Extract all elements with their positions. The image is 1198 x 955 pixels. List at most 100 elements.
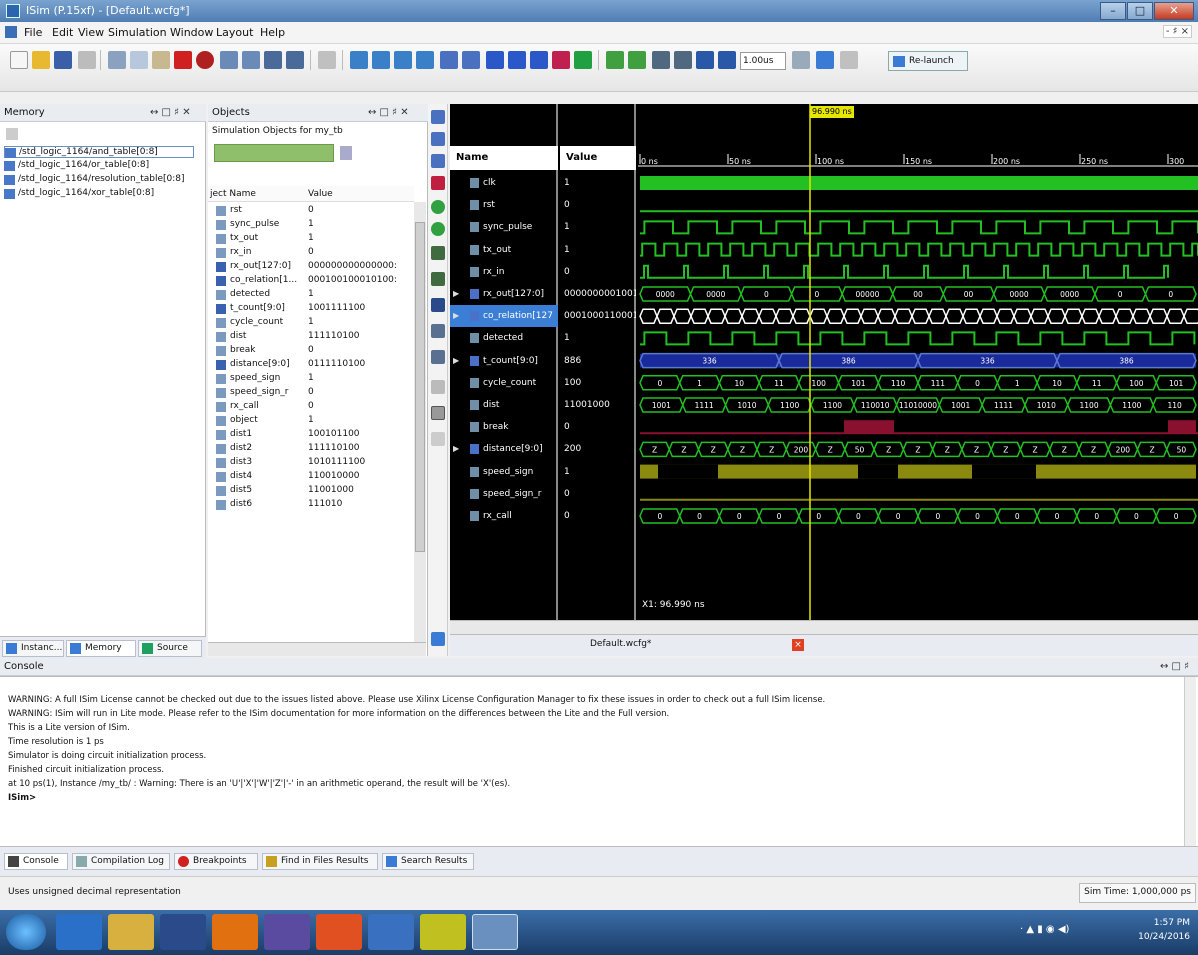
- objects-vertical-scrollbar[interactable]: [414, 202, 426, 642]
- restart-icon[interactable]: [652, 51, 670, 69]
- snap-icon[interactable]: [431, 406, 445, 420]
- object-row[interactable]: object 1: [212, 414, 412, 428]
- layout-icon[interactable]: [350, 51, 368, 69]
- goto-time-icon[interactable]: [431, 200, 445, 214]
- tab-compilation-log[interactable]: Compilation Log: [72, 853, 170, 870]
- floating-ruler-icon[interactable]: [431, 432, 445, 446]
- column-name-header[interactable]: ject Name: [210, 189, 256, 199]
- column-value-header[interactable]: Value: [308, 189, 333, 199]
- expand-icon[interactable]: ▶: [453, 283, 459, 305]
- tab-memory[interactable]: Memory: [66, 640, 136, 657]
- signal-row[interactable]: ▶ distance[9:0]: [450, 438, 558, 460]
- swap-cursors-icon[interactable]: [431, 380, 445, 394]
- layout-icon[interactable]: [416, 51, 434, 69]
- new-icon[interactable]: [10, 51, 28, 69]
- minimize-button[interactable]: –: [1100, 2, 1126, 20]
- objects-filter-icons[interactable]: [214, 144, 334, 162]
- object-row[interactable]: dist3 1010111100: [212, 456, 412, 470]
- firefox-icon[interactable]: [316, 914, 362, 950]
- media-icon[interactable]: [160, 914, 206, 950]
- help-icon[interactable]: [462, 51, 480, 69]
- word-icon[interactable]: [368, 914, 414, 950]
- step-over-icon[interactable]: [816, 51, 834, 69]
- tab-console[interactable]: Console: [4, 853, 68, 870]
- close-button[interactable]: ✕: [1154, 2, 1194, 20]
- pane-controls[interactable]: ↔ □ ♯ ✕: [150, 104, 191, 121]
- expand-icon[interactable]: ▶: [453, 350, 459, 372]
- value-column-header[interactable]: Value: [560, 146, 636, 170]
- tab-find-in-files[interactable]: Find in Files Results: [262, 853, 378, 870]
- find-next-icon[interactable]: [286, 51, 304, 69]
- signal-row[interactable]: tx_out: [450, 239, 558, 261]
- undo-icon[interactable]: [220, 51, 238, 69]
- zoom-fit-icon[interactable]: [431, 154, 445, 168]
- tab-default-wcfg[interactable]: Default.wcfg*: [590, 639, 651, 649]
- copy-icon[interactable]: [130, 51, 148, 69]
- cut-icon[interactable]: [108, 51, 126, 69]
- time-unit-dropdown-icon[interactable]: [792, 51, 810, 69]
- find-icon[interactable]: [264, 51, 282, 69]
- pane-controls[interactable]: ↔ □ ♯ ✕: [368, 104, 409, 121]
- open-icon[interactable]: [32, 51, 50, 69]
- menu-simulation[interactable]: Simulation: [108, 26, 167, 39]
- maximize-button[interactable]: □: [1127, 2, 1153, 20]
- object-row[interactable]: co_relation[1... 000100100010100:: [212, 274, 412, 288]
- menu-window[interactable]: Window: [170, 26, 213, 39]
- object-row[interactable]: dist 111110100: [212, 330, 412, 344]
- file-explorer-icon[interactable]: [108, 914, 154, 950]
- signal-row[interactable]: speed_sign: [450, 461, 558, 483]
- pause-icon[interactable]: [840, 51, 858, 69]
- goto-end-icon[interactable]: [431, 222, 445, 236]
- signal-row[interactable]: rx_in: [450, 261, 558, 283]
- run-icon[interactable]: [696, 51, 714, 69]
- memory-item[interactable]: /std_logic_1164/or_table[0:8]: [4, 160, 149, 172]
- tab-search-results[interactable]: Search Results: [382, 853, 474, 870]
- object-row[interactable]: tx_out 1: [212, 232, 412, 246]
- memory-item[interactable]: /std_logic_1164/xor_table[0:8]: [4, 188, 154, 200]
- marker-icon[interactable]: [530, 51, 548, 69]
- signal-row[interactable]: detected: [450, 327, 558, 349]
- zoom-out-icon[interactable]: [431, 132, 445, 146]
- layout-icon[interactable]: [372, 51, 390, 69]
- expand-icon[interactable]: ▶: [453, 438, 459, 460]
- mdi-controls[interactable]: - ♯ ×: [1162, 25, 1192, 38]
- system-tray-icons[interactable]: · ▲ ▮ ◉ ◀): [1020, 924, 1120, 938]
- object-row[interactable]: dist4 110010000: [212, 470, 412, 484]
- delete-icon[interactable]: [174, 51, 192, 69]
- object-row[interactable]: speed_sign 1: [212, 372, 412, 386]
- isim-taskbar-icon[interactable]: [472, 914, 518, 950]
- object-row[interactable]: cycle_count 1: [212, 316, 412, 330]
- object-row[interactable]: sync_pulse 1: [212, 218, 412, 232]
- step-icon[interactable]: [628, 51, 646, 69]
- object-row[interactable]: rst 0: [212, 204, 412, 218]
- paste-icon[interactable]: [152, 51, 170, 69]
- zoom-icon[interactable]: [318, 51, 336, 69]
- cursor-icon[interactable]: [440, 51, 458, 69]
- layout-icon[interactable]: [394, 51, 412, 69]
- relaunch-button[interactable]: Re-launch: [888, 51, 968, 71]
- prev-edge-icon[interactable]: [431, 246, 445, 260]
- signal-row[interactable]: cycle_count: [450, 372, 558, 394]
- stop-icon[interactable]: [196, 51, 214, 69]
- memory-item[interactable]: /std_logic_1164/and_table[0:8]: [4, 146, 194, 158]
- tab-source[interactable]: Source: [138, 640, 202, 657]
- console-scrollbar[interactable]: [1184, 677, 1196, 847]
- print-icon[interactable]: [78, 51, 96, 69]
- step-icon[interactable]: [606, 51, 624, 69]
- object-row[interactable]: speed_sign_r 0: [212, 386, 412, 400]
- signal-row[interactable]: rst: [450, 194, 558, 216]
- wave-horizontal-scrollbar[interactable]: [450, 620, 1198, 634]
- next-edge-icon[interactable]: [431, 272, 445, 286]
- signal-row[interactable]: ▶ t_count[9:0]: [450, 350, 558, 372]
- start-button-icon[interactable]: [6, 914, 46, 950]
- name-column-header[interactable]: Name: [450, 146, 558, 170]
- menu-help[interactable]: Help: [260, 26, 285, 39]
- signal-row[interactable]: rx_call: [450, 505, 558, 527]
- close-tab-icon[interactable]: ×: [792, 639, 804, 651]
- menu-layout[interactable]: Layout: [216, 26, 253, 39]
- zoom-in-icon[interactable]: [431, 110, 445, 124]
- run-all-icon[interactable]: [674, 51, 692, 69]
- prev-marker-icon[interactable]: [431, 324, 445, 338]
- app-icon[interactable]: [264, 914, 310, 950]
- internet-explorer-icon[interactable]: [56, 914, 102, 950]
